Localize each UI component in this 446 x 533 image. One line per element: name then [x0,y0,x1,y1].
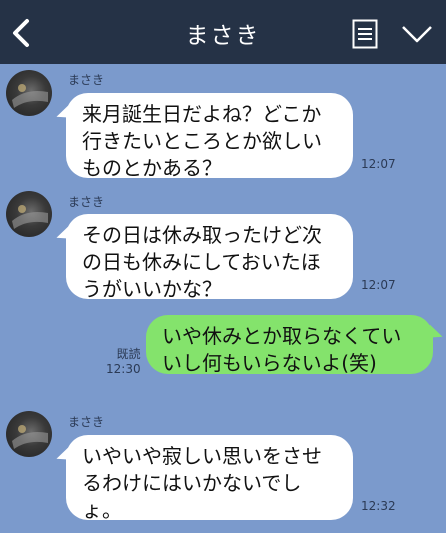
message-bubble[interactable]: いやいや寂しい思いをさせるわけにはいかないでしょ。 [66,435,353,522]
message-time: 12:30 [106,362,141,376]
chat-header: まさき [0,0,446,64]
message-bubble[interactable]: いや休みとか取らなくていいし何もいらないよ(笑) [146,315,433,375]
message-time: 12:07 [361,278,396,292]
message-time: 12:32 [361,499,396,513]
note-icon[interactable] [352,19,378,49]
avatar[interactable] [6,191,52,237]
sender-name: まさき [68,195,105,209]
chevron-down-icon[interactable] [401,24,433,44]
message-bubble[interactable]: 来月誕生日だよね？どこか行きたいところとか欲しいものとかある？ [66,93,353,180]
read-receipt: 既読 12:30 [106,347,141,377]
chat-title: まさき [185,23,261,49]
message-bubble[interactable]: その日は休み取ったけど次の日も休みにしておいたほうがいいかな？ [66,214,353,301]
avatar[interactable] [6,411,52,457]
sender-name: まさき [68,73,105,87]
read-label: 既読 [116,347,141,361]
sender-name: まさき [68,415,105,429]
message-time: 12:07 [361,157,396,171]
avatar[interactable] [6,70,52,116]
